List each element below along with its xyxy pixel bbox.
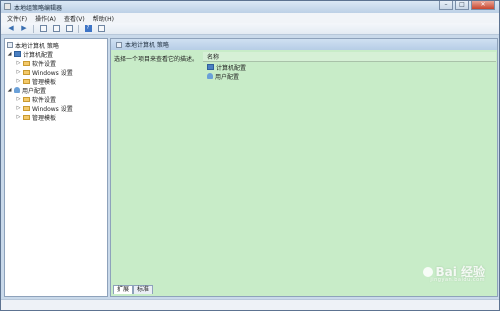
export-icon xyxy=(65,25,73,32)
description-text: 选择一个项目来查看它的描述。 xyxy=(114,56,199,63)
list-item-label: 计算机配置 xyxy=(216,64,247,72)
console-tree: 本地计算机 策略 ◢ 计算机配置 ▷ 软件设置 ▷ Windows 设置 ▷ 管… xyxy=(4,38,108,297)
maximize-button[interactable]: □ xyxy=(455,1,469,10)
tree-item-admin-templates[interactable]: ▷ 管理模板 xyxy=(16,113,57,122)
show-hide-tree-button[interactable] xyxy=(38,24,48,33)
tree-label: 管理模板 xyxy=(32,78,57,86)
export-list-button[interactable] xyxy=(64,24,74,33)
tree-item-software-settings[interactable]: ▷ 软件设置 xyxy=(16,95,57,104)
view-tabs: 扩展 标准 xyxy=(113,285,154,294)
tree-label: 软件设置 xyxy=(32,96,57,104)
menu-file[interactable]: 文件(F) xyxy=(7,14,27,23)
toolbar-separator xyxy=(33,24,34,33)
tree-item-user-config[interactable]: ◢ 用户配置 xyxy=(7,86,47,95)
tree-item-computer-config[interactable]: ◢ 计算机配置 xyxy=(7,50,54,59)
app-icon xyxy=(4,3,11,10)
folder-icon xyxy=(23,96,30,102)
menu-view[interactable]: 查看(V) xyxy=(64,14,85,23)
tree-item-admin-templates[interactable]: ▷ 管理模板 xyxy=(16,77,57,86)
tree-item-root[interactable]: 本地计算机 策略 xyxy=(7,41,59,50)
gpedit-window: 本地组策略编辑器 – □ ✕ 文件(F) 操作(A) 查看(V) 帮助(H) ◀… xyxy=(0,0,500,311)
policy-icon xyxy=(116,41,122,48)
tree-label: Windows 设置 xyxy=(32,69,73,77)
forward-arrow-icon[interactable]: ▶ xyxy=(19,24,29,33)
collapse-arrow-icon[interactable]: ▷ xyxy=(16,69,21,75)
watermark-subtext: jingyan.baidu.com xyxy=(430,277,485,283)
list-item-label: 用户配置 xyxy=(215,73,240,81)
status-bar xyxy=(1,299,499,310)
computer-icon xyxy=(14,51,21,57)
list-item-user-config[interactable]: 用户配置 xyxy=(207,72,240,81)
help-button[interactable]: ? xyxy=(83,24,93,33)
details-title: 本地计算机 策略 xyxy=(125,42,169,49)
collapse-arrow-icon[interactable]: ▷ xyxy=(16,96,21,102)
expand-arrow-icon[interactable]: ◢ xyxy=(7,87,12,93)
toolbar-separator xyxy=(78,24,79,33)
expand-arrow-icon[interactable]: ◢ xyxy=(7,51,12,57)
tree-label: 计算机配置 xyxy=(23,51,54,59)
menu-action[interactable]: 操作(A) xyxy=(35,14,56,23)
tree-label: 本地计算机 策略 xyxy=(15,42,59,50)
tree-item-windows-settings[interactable]: ▷ Windows 设置 xyxy=(16,104,73,113)
column-header-name[interactable]: 名称 xyxy=(203,52,496,62)
folder-icon xyxy=(23,114,30,120)
folder-icon xyxy=(23,78,30,84)
collapse-arrow-icon[interactable]: ▷ xyxy=(16,78,21,84)
details-pane: 本地计算机 策略 选择一个项目来查看它的描述。 名称 计算机配置 用户配置 扩展… xyxy=(110,38,498,297)
policy-icon xyxy=(7,42,13,48)
collapse-arrow-icon[interactable]: ▷ xyxy=(16,60,21,66)
user-icon xyxy=(207,73,213,79)
column-header-label: 名称 xyxy=(207,54,220,61)
tab-standard[interactable]: 标准 xyxy=(133,285,154,294)
toolbar: ◀ ▶ ? xyxy=(1,23,499,35)
folder-view-icon xyxy=(52,25,60,32)
tree-label: 管理模板 xyxy=(32,114,57,122)
menu-bar: 文件(F) 操作(A) 查看(V) 帮助(H) xyxy=(1,13,499,23)
collapse-arrow-icon[interactable]: ▷ xyxy=(16,114,21,120)
computer-icon xyxy=(207,64,214,70)
folder-icon xyxy=(23,60,30,66)
tree-item-software-settings[interactable]: ▷ 软件设置 xyxy=(16,59,57,68)
paw-logo-icon xyxy=(423,266,434,277)
collapse-arrow-icon[interactable]: ▷ xyxy=(16,105,21,111)
details-header: 本地计算机 策略 xyxy=(111,39,497,50)
tree-label: Windows 设置 xyxy=(32,105,73,113)
folder-icon xyxy=(23,105,30,111)
window-controls: – □ ✕ xyxy=(439,1,495,10)
user-icon xyxy=(14,87,20,93)
close-button[interactable]: ✕ xyxy=(471,1,495,10)
tree-label: 软件设置 xyxy=(32,60,57,68)
title-bar[interactable]: 本地组策略编辑器 – □ ✕ xyxy=(1,1,499,13)
minimize-button[interactable]: – xyxy=(439,1,453,10)
console-tree-icon xyxy=(39,25,47,32)
tree-label: 用户配置 xyxy=(22,87,47,95)
up-level-button[interactable] xyxy=(51,24,61,33)
tab-extended[interactable]: 扩展 xyxy=(113,285,134,294)
help-icon: ? xyxy=(84,25,92,32)
window-title: 本地组策略编辑器 xyxy=(14,5,63,12)
list-item-computer-config[interactable]: 计算机配置 xyxy=(207,63,247,72)
folder-icon xyxy=(23,69,30,75)
menu-help[interactable]: 帮助(H) xyxy=(93,14,114,23)
properties-button[interactable] xyxy=(96,24,106,33)
tree-item-windows-settings[interactable]: ▷ Windows 设置 xyxy=(16,68,73,77)
back-arrow-icon[interactable]: ◀ xyxy=(6,24,16,33)
baidu-watermark: Bai 经验 jingyan.baidu.com xyxy=(423,263,485,283)
properties-icon xyxy=(97,25,105,32)
